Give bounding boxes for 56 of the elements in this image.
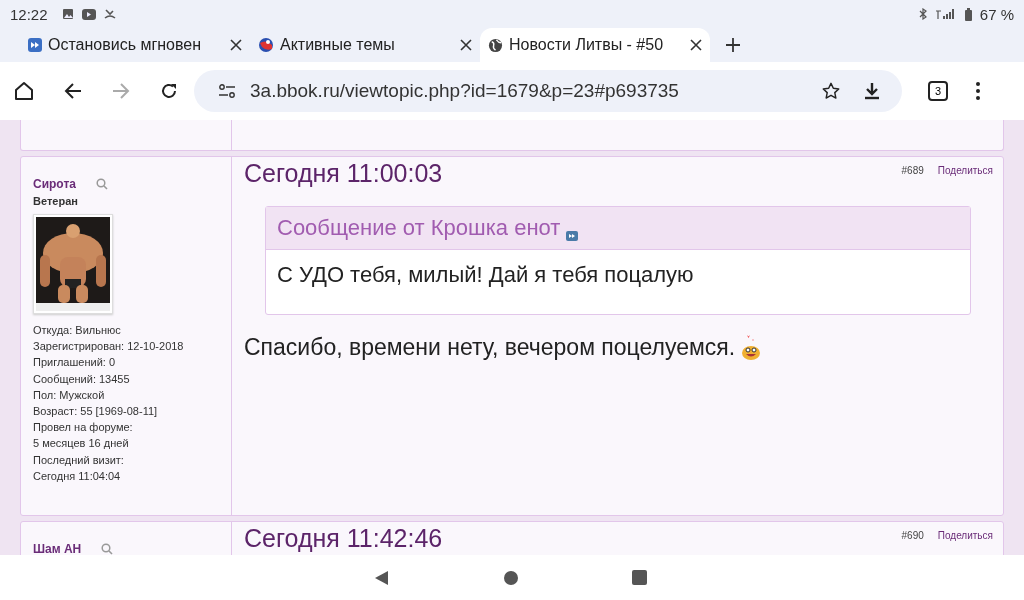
battery-level: 67 % [979, 5, 1014, 23]
missed-call-icon [103, 8, 116, 20]
profile-info: Возраст: 55 [1969-08-11] [33, 404, 158, 419]
search-icon[interactable] [95, 178, 108, 190]
share-link[interactable]: Поделиться [937, 530, 993, 541]
close-icon[interactable] [460, 39, 472, 51]
star-icon[interactable] [822, 82, 840, 100]
url-text: 3a.bbok.ru/viewtopic.php?id=1679&p=23#p693735 [250, 80, 679, 102]
author-name[interactable]: Сирота [33, 177, 76, 191]
browser-tab[interactable]: Новости Литвы - #50 [480, 28, 710, 62]
globe-icon [488, 37, 503, 53]
download-icon[interactable] [864, 82, 880, 100]
site-settings-icon[interactable] [218, 84, 236, 98]
back-icon[interactable] [374, 569, 390, 586]
ball-icon [258, 37, 274, 53]
image-icon [61, 8, 74, 20]
forward-icon [28, 38, 42, 52]
post-time: Сегодня 11:00:03 [244, 159, 443, 188]
home-icon[interactable] [14, 81, 34, 101]
go-to-post-icon[interactable] [566, 231, 579, 241]
post-number[interactable]: #690 [901, 530, 924, 541]
share-link[interactable]: Поделиться [937, 165, 993, 176]
browser-tab[interactable]: Остановись мгновен [20, 28, 250, 62]
quote-author: Сообщение от Крошка енот [277, 215, 561, 241]
profile-info: Провел на форуме: [33, 420, 133, 436]
post-number[interactable]: #689 [901, 165, 924, 176]
smiley-icon [741, 333, 762, 361]
user-rank: Ветеран [33, 195, 78, 207]
profile-info: Зарегистрирован: 12-10-2018 [33, 339, 184, 355]
back-arrow-icon[interactable] [64, 82, 82, 100]
search-icon[interactable] [101, 543, 114, 555]
profile-info: Сегодня 11:04:04 [33, 468, 121, 484]
reload-icon[interactable] [160, 82, 178, 100]
address-bar[interactable]: 3a.bbok.ru/viewtopic.php?id=1679&p=23#p693735 [194, 70, 902, 112]
profile-info: Приглашений: 0 [33, 355, 115, 371]
author-name[interactable]: Шам АН [33, 542, 82, 555]
post-text: Спасибо, времени нету, вечером поцелуемся. [244, 334, 736, 361]
profile-info: Последний визит: [33, 452, 124, 468]
profile-info: Пол: Мужской [33, 387, 105, 403]
browser-tab[interactable]: Активные темы [250, 28, 480, 62]
tab-count-button[interactable]: 3 [928, 81, 948, 101]
profile-info: Откуда: Вильнюс [33, 323, 121, 338]
close-icon[interactable] [690, 39, 702, 51]
profile-info: Сообщений: 13455 [33, 371, 130, 387]
video-icon [81, 8, 96, 20]
profile-info: 5 месяцев 16 дней [33, 436, 129, 452]
signal-icon [934, 8, 957, 20]
battery-icon [964, 7, 972, 21]
quote-text: С УДО тебя, милый! Дай я тебя поцалую [276, 261, 695, 289]
close-icon[interactable] [230, 39, 242, 51]
home-button-icon[interactable] [504, 570, 518, 585]
post-time: Сегодня 11:42:46 [244, 524, 443, 553]
menu-icon[interactable] [976, 82, 980, 100]
bluetooth-icon [918, 8, 927, 20]
clock-time: 12:22 [10, 5, 48, 23]
new-tab-icon[interactable] [726, 38, 740, 52]
